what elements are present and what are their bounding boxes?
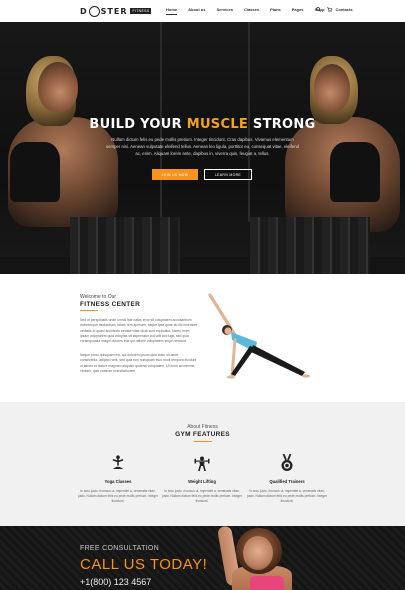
cta-title: CALL US TODAY! (80, 556, 208, 573)
feature-name: Qualified Trainers (269, 479, 305, 484)
yoga-icon (110, 454, 126, 472)
search-icon[interactable] (316, 7, 321, 12)
features-accent-line (194, 441, 212, 442)
join-us-button[interactable]: JOIN US NOW (152, 169, 198, 180)
feature-weightlifting: Weight Lifting In arcu justo, rhoncus ut… (162, 454, 242, 504)
features-subtitle: About Fitness (187, 424, 218, 430)
hero-athlete-right-head (314, 64, 350, 112)
feature-name: Weight Lifting (188, 479, 216, 484)
welcome-accent-line (80, 310, 98, 311)
menu-item-home[interactable]: Home (166, 7, 178, 15)
welcome-paragraph-2: Neque porro quisquam est, qui dolorem ip… (80, 353, 197, 373)
menu-item-classes[interactable]: Classes (244, 7, 259, 15)
cta-woman-top (250, 576, 284, 590)
menu-item-about[interactable]: About us (188, 7, 205, 15)
site-logo[interactable]: D STER FITNESS (80, 5, 152, 17)
hero-title-part1: BUILD YOUR (89, 117, 187, 132)
feature-description: In arcu justo, rhoncus ut, imperdiet a, … (162, 489, 242, 503)
medal-icon (279, 454, 295, 472)
learn-more-button[interactable]: LEARN MORE (204, 169, 252, 180)
feature-name: Yoga Classes (104, 479, 132, 484)
feature-description: In arcu justo, rhoncus ut, imperdiet a, … (78, 489, 158, 503)
menu-item-plans[interactable]: Plans (270, 7, 281, 15)
hero-athlete-left-top (10, 142, 60, 202)
menu-item-contacts[interactable]: Contacts (336, 7, 353, 15)
dumbbell-rack-left (70, 217, 180, 274)
hero-title-accent: MUSCLE (186, 117, 249, 132)
cta-subtitle: FREE CONSULTATION (80, 545, 159, 552)
yoga-pose-image (208, 293, 310, 379)
welcome-title: FITNESS CENTER (80, 301, 141, 308)
feature-trainers: Qualified Trainers In arcu justo, rhoncu… (247, 454, 327, 504)
features-title: GYM FEATURES (175, 431, 230, 438)
cart-icon[interactable] (327, 7, 332, 12)
cta-phone-number[interactable]: +1(800) 123 4567 (80, 577, 151, 587)
feature-yoga: Yoga Classes In arcu justo, rhoncus ut, … (78, 454, 158, 504)
main-menu: Home About us Services Classes Plans Pag… (166, 7, 364, 15)
hero-banner: BUILD YOUR MUSCLE STRONG Nullam dictum f… (0, 22, 405, 274)
feature-description: In arcu justo, rhoncus ut, imperdiet a, … (247, 489, 327, 503)
menu-item-pages[interactable]: Pages (292, 7, 304, 15)
logo-ring-icon (88, 5, 100, 17)
welcome-subtitle: Welcome to Our (80, 294, 117, 300)
weightlifting-icon (194, 454, 210, 472)
hero-title: BUILD YOUR MUSCLE STRONG (0, 117, 405, 132)
hero-description: Nullam dictum felis eu pede mollis preti… (105, 137, 299, 156)
dumbbell-rack-right (250, 217, 370, 274)
hero-athlete-left-head (38, 62, 78, 112)
logo-letters-right: STER (100, 6, 128, 16)
consultation-banner: FREE CONSULTATION CALL US TODAY! +1(800)… (0, 526, 405, 590)
cta-woman-face (243, 536, 273, 570)
hero-athlete-right-top (330, 142, 380, 202)
nav-icons (316, 7, 332, 12)
menu-item-services[interactable]: Services (216, 7, 232, 15)
welcome-paragraph-1: Sed ut perspiciatis unde omnis iste natu… (80, 318, 198, 344)
top-navbar: D STER FITNESS Home About us Services Cl… (0, 0, 405, 22)
logo-badge: FITNESS (130, 8, 152, 14)
logo-letter-left: D (80, 6, 88, 16)
gym-features-section: About Fitness GYM FEATURES Yoga Classes … (0, 402, 405, 526)
hero-title-part2: STRONG (248, 117, 316, 132)
